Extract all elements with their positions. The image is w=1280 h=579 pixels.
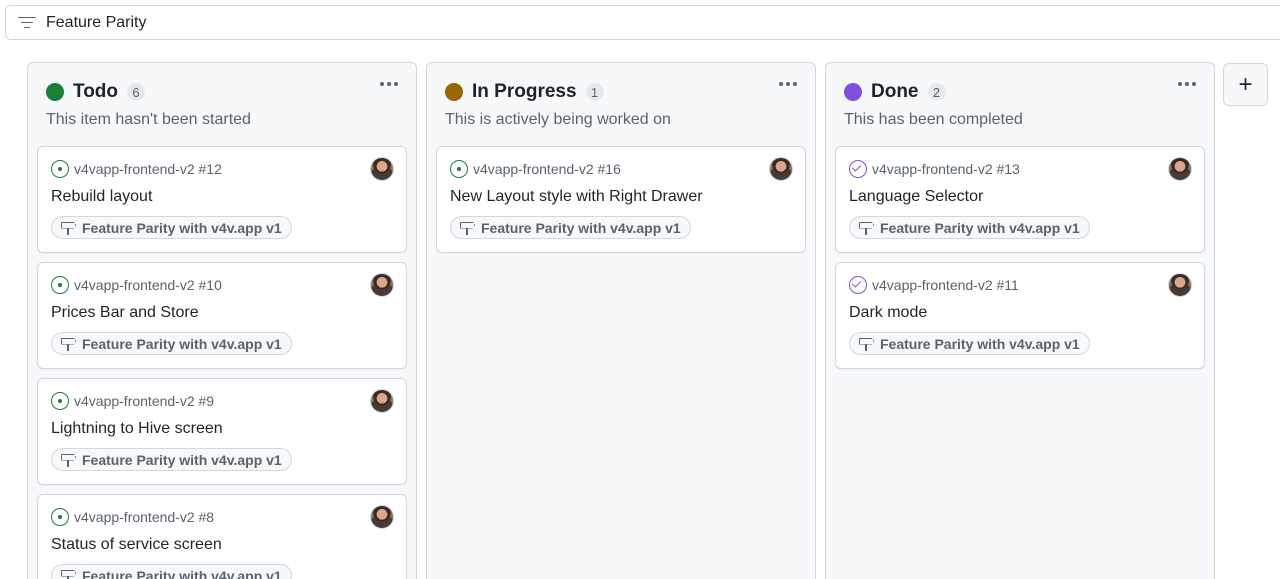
status-dot bbox=[844, 83, 862, 101]
card-title[interactable]: Language Selector bbox=[849, 188, 983, 206]
card-repo: v4vapp-frontend-v2 #8 bbox=[51, 508, 214, 526]
issue-card[interactable]: v4vapp-frontend-v2 #13 Language Selector… bbox=[835, 146, 1205, 253]
milestone-icon bbox=[61, 337, 77, 351]
more-horizontal-icon bbox=[1178, 82, 1196, 86]
filter-icon bbox=[18, 16, 36, 30]
more-horizontal-icon bbox=[380, 82, 398, 86]
milestone-badge[interactable]: Feature Parity with v4v.app v1 bbox=[51, 216, 292, 239]
issue-closed-icon bbox=[849, 276, 867, 294]
assignee-avatar[interactable] bbox=[1168, 273, 1192, 297]
column-description: This item hasn't been started bbox=[46, 111, 251, 128]
repo-issue-link[interactable]: v4vapp-frontend-v2 #16 bbox=[473, 161, 621, 177]
assignee-avatar[interactable] bbox=[1168, 157, 1192, 181]
column-todo: Todo 6 This item hasn't been started v4v… bbox=[27, 62, 417, 579]
assignee-avatar[interactable] bbox=[370, 389, 394, 413]
column-in-progress: In Progress 1 This is actively being wor… bbox=[426, 62, 816, 579]
card-title[interactable]: New Layout style with Right Drawer bbox=[450, 188, 703, 206]
milestone-badge[interactable]: Feature Parity with v4v.app v1 bbox=[849, 332, 1090, 355]
milestone-label: Feature Parity with v4v.app v1 bbox=[82, 219, 282, 236]
column-menu-button[interactable] bbox=[380, 82, 398, 86]
issue-open-icon bbox=[51, 392, 69, 410]
issue-card[interactable]: v4vapp-frontend-v2 #16 New Layout style … bbox=[436, 146, 806, 253]
card-repo: v4vapp-frontend-v2 #9 bbox=[51, 392, 214, 410]
milestone-icon bbox=[61, 221, 77, 235]
project-board: Todo 6 This item hasn't been started v4v… bbox=[27, 62, 1280, 579]
column-menu-button[interactable] bbox=[1178, 82, 1196, 86]
repo-issue-link[interactable]: v4vapp-frontend-v2 #9 bbox=[74, 393, 214, 409]
column-menu-button[interactable] bbox=[779, 82, 797, 86]
plus-icon: + bbox=[1238, 70, 1253, 98]
milestone-icon bbox=[460, 221, 476, 235]
issue-open-icon bbox=[450, 160, 468, 178]
repo-issue-link[interactable]: v4vapp-frontend-v2 #10 bbox=[74, 277, 222, 293]
card-repo: v4vapp-frontend-v2 #16 bbox=[450, 160, 621, 178]
column-count-badge: 1 bbox=[585, 83, 604, 101]
milestone-badge[interactable]: Feature Parity with v4v.app v1 bbox=[51, 564, 292, 579]
milestone-icon bbox=[61, 453, 77, 467]
repo-issue-link[interactable]: v4vapp-frontend-v2 #11 bbox=[872, 277, 1019, 293]
card-repo: v4vapp-frontend-v2 #13 bbox=[849, 160, 1020, 178]
assignee-avatar[interactable] bbox=[370, 505, 394, 529]
card-title[interactable]: Lightning to Hive screen bbox=[51, 420, 223, 438]
milestone-label: Feature Parity with v4v.app v1 bbox=[880, 335, 1080, 352]
status-dot bbox=[445, 83, 463, 101]
repo-issue-link[interactable]: v4vapp-frontend-v2 #8 bbox=[74, 509, 214, 525]
column-done: Done 2 This has been completed v4vapp-fr… bbox=[825, 62, 1215, 579]
card-title[interactable]: Status of service screen bbox=[51, 536, 222, 554]
filter-bar[interactable]: Feature Parity bbox=[5, 5, 1280, 40]
milestone-badge[interactable]: Feature Parity with v4v.app v1 bbox=[51, 448, 292, 471]
assignee-avatar[interactable] bbox=[370, 273, 394, 297]
repo-issue-link[interactable]: v4vapp-frontend-v2 #13 bbox=[872, 161, 1020, 177]
issue-card[interactable]: v4vapp-frontend-v2 #11 Dark mode Feature… bbox=[835, 262, 1205, 369]
card-title[interactable]: Prices Bar and Store bbox=[51, 304, 199, 322]
column-title: Done bbox=[871, 81, 919, 102]
milestone-label: Feature Parity with v4v.app v1 bbox=[82, 451, 282, 468]
milestone-badge[interactable]: Feature Parity with v4v.app v1 bbox=[51, 332, 292, 355]
milestone-icon bbox=[61, 569, 77, 579]
status-dot bbox=[46, 83, 64, 101]
milestone-label: Feature Parity with v4v.app v1 bbox=[880, 219, 1080, 236]
card-repo: v4vapp-frontend-v2 #10 bbox=[51, 276, 222, 294]
card-repo: v4vapp-frontend-v2 #12 bbox=[51, 160, 222, 178]
milestone-icon bbox=[859, 221, 875, 235]
milestone-badge[interactable]: Feature Parity with v4v.app v1 bbox=[450, 216, 691, 239]
issue-card[interactable]: v4vapp-frontend-v2 #12 Rebuild layout Fe… bbox=[37, 146, 407, 253]
issue-card[interactable]: v4vapp-frontend-v2 #8 Status of service … bbox=[37, 494, 407, 579]
column-count-badge: 2 bbox=[927, 83, 946, 101]
issue-card[interactable]: v4vapp-frontend-v2 #9 Lightning to Hive … bbox=[37, 378, 407, 485]
repo-issue-link[interactable]: v4vapp-frontend-v2 #12 bbox=[74, 161, 222, 177]
card-title[interactable]: Rebuild layout bbox=[51, 188, 152, 206]
milestone-label: Feature Parity with v4v.app v1 bbox=[82, 335, 282, 352]
column-description: This has been completed bbox=[844, 111, 1023, 128]
issue-card[interactable]: v4vapp-frontend-v2 #10 Prices Bar and St… bbox=[37, 262, 407, 369]
milestone-label: Feature Parity with v4v.app v1 bbox=[481, 219, 681, 236]
milestone-icon bbox=[859, 337, 875, 351]
column-title: In Progress bbox=[472, 81, 577, 102]
milestone-label: Feature Parity with v4v.app v1 bbox=[82, 567, 282, 579]
column-description: This is actively being worked on bbox=[445, 111, 671, 128]
assignee-avatar[interactable] bbox=[769, 157, 793, 181]
column-title: Todo bbox=[73, 81, 119, 102]
filter-input[interactable]: Feature Parity bbox=[46, 14, 146, 32]
card-title[interactable]: Dark mode bbox=[849, 304, 927, 322]
card-repo: v4vapp-frontend-v2 #11 bbox=[849, 276, 1019, 294]
issue-open-icon bbox=[51, 508, 69, 526]
issue-open-icon bbox=[51, 276, 69, 294]
more-horizontal-icon bbox=[779, 82, 797, 86]
column-header: Todo 6 bbox=[46, 80, 400, 104]
issue-open-icon bbox=[51, 160, 69, 178]
column-header: Done 2 bbox=[844, 80, 1198, 104]
assignee-avatar[interactable] bbox=[370, 157, 394, 181]
column-count-badge: 6 bbox=[127, 83, 146, 101]
add-column-button[interactable]: + bbox=[1223, 63, 1268, 106]
issue-closed-icon bbox=[849, 160, 867, 178]
milestone-badge[interactable]: Feature Parity with v4v.app v1 bbox=[849, 216, 1090, 239]
column-header: In Progress 1 bbox=[445, 80, 799, 104]
